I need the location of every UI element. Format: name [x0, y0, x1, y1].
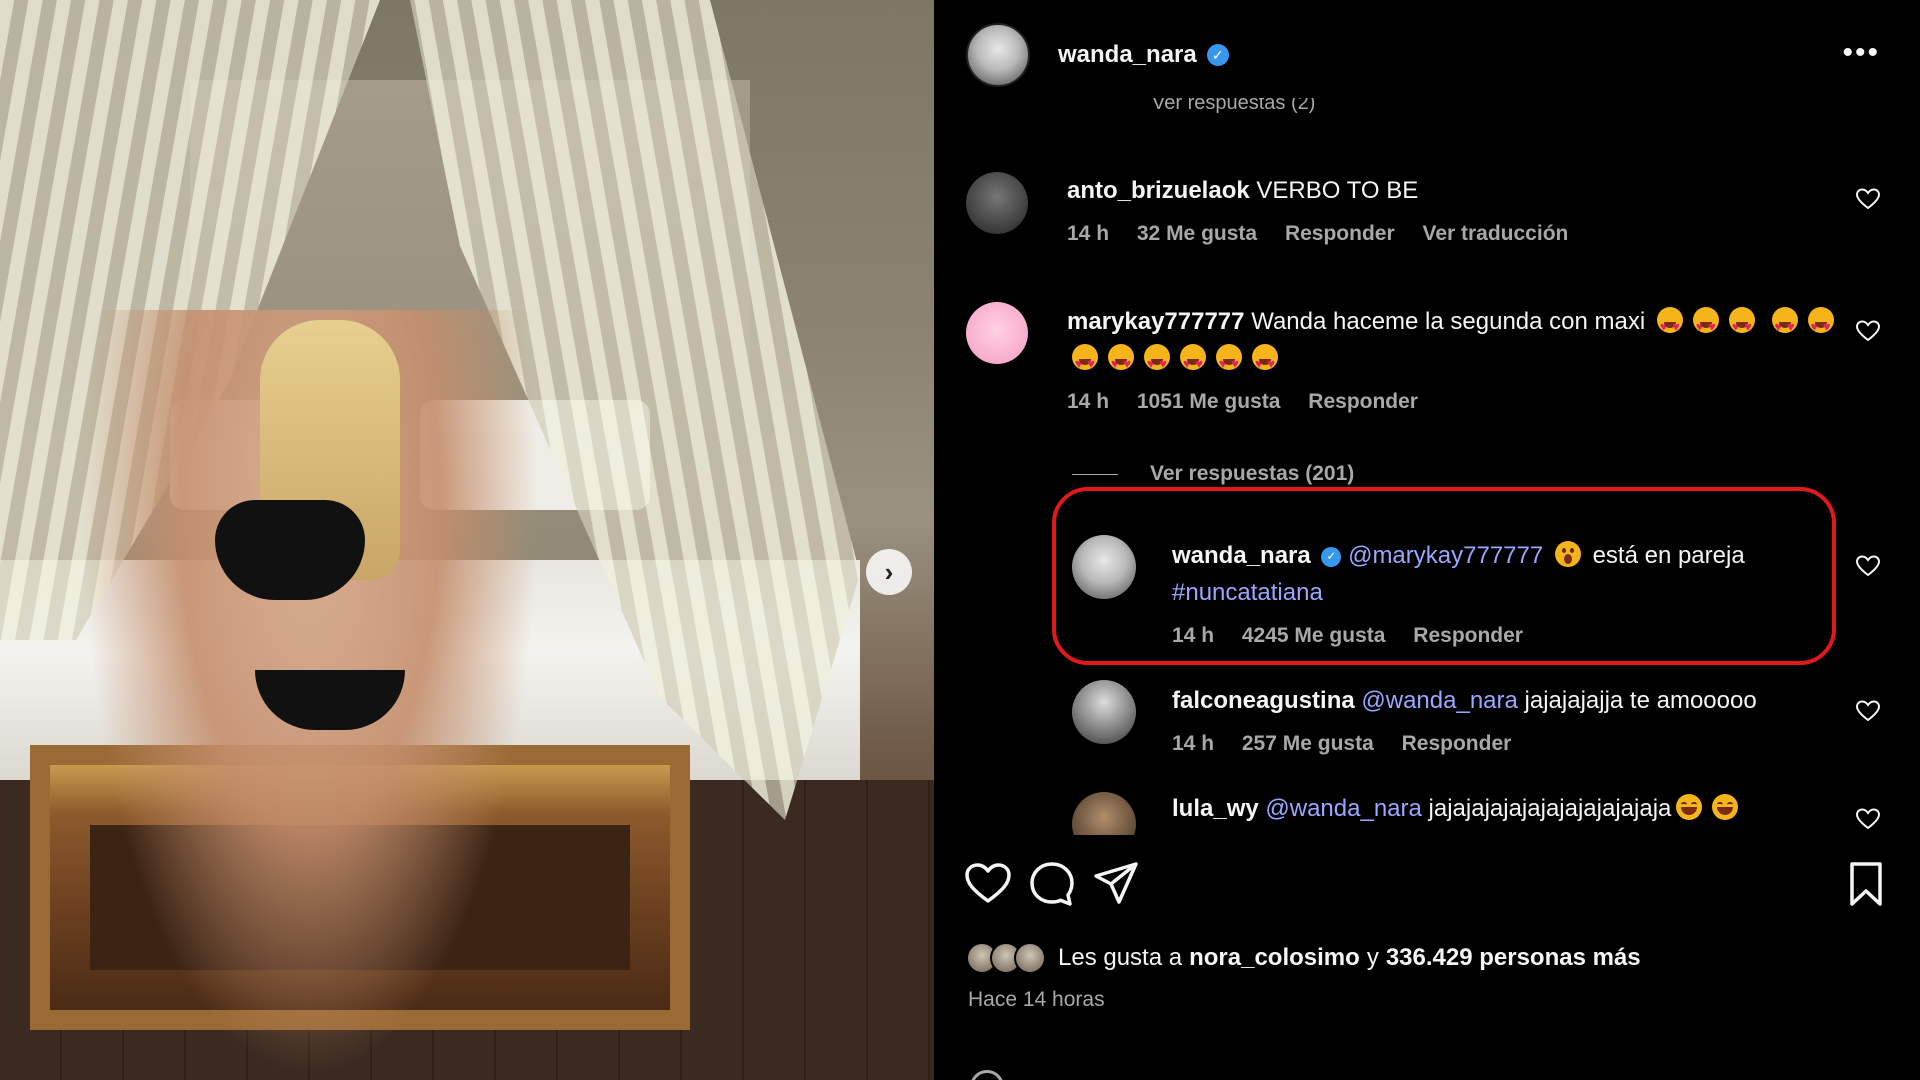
comment-time: 14 h	[1067, 390, 1110, 413]
comment-meta: 14 h 32 Me gusta Responder Ver traducció…	[1067, 215, 1827, 252]
heart-eyes-emoji-icon	[1692, 307, 1719, 345]
reply-time: 14 h	[1172, 624, 1215, 647]
reply-likes[interactable]: 4245 Me gusta	[1242, 624, 1386, 647]
likes-summary: Les gusta a nora_colosimo y 336.429 pers…	[966, 942, 1641, 974]
reply-mention[interactable]: @wanda_nara	[1265, 795, 1421, 822]
like-comment-heart-icon[interactable]	[1856, 320, 1880, 342]
post-header: wanda_nara ✓ •••	[934, 0, 1920, 110]
reply-button[interactable]: Responder	[1413, 624, 1523, 647]
chevron-right-icon: ›	[884, 556, 894, 587]
post-action-bar	[964, 860, 1890, 910]
reply-username[interactable]: wanda_nara	[1172, 542, 1311, 569]
comment-item: anto_brizuelaok VERBO TO BE 14 h 32 Me g…	[1067, 172, 1827, 252]
likes-user[interactable]: nora_colosimo	[1189, 944, 1360, 972]
likes-count[interactable]: 336.429 personas más	[1386, 944, 1641, 972]
comment-time: 14 h	[1067, 222, 1110, 245]
reply-avatar[interactable]	[1072, 680, 1136, 744]
reply-username[interactable]: lula_wy	[1172, 795, 1259, 822]
reply-mention[interactable]: @marykay777777	[1348, 542, 1543, 569]
reply-mention[interactable]: @wanda_nara	[1361, 687, 1517, 714]
open-mouth-emoji-icon	[1554, 541, 1581, 567]
laughing-emoji-icon	[1676, 794, 1703, 820]
likes-prefix: Les gusta a	[1058, 944, 1183, 971]
likes-middle: y	[1366, 944, 1379, 971]
emoji-picker-icon[interactable]	[970, 1070, 1004, 1080]
reply-text: está en pareja	[1592, 542, 1745, 569]
like-heart-icon[interactable]	[964, 860, 1012, 908]
comment-text: VERBO TO BE	[1256, 177, 1419, 204]
post-photo: ›	[0, 0, 934, 1080]
reply-text: jajajajajajajajajajajajaja	[1428, 795, 1672, 822]
heart-eyes-emoji-icon	[1771, 307, 1798, 345]
view-replies-partial[interactable]: Ver respuestas (2)	[1152, 98, 1315, 114]
bookmark-icon[interactable]	[1842, 860, 1890, 908]
reply-avatar[interactable]	[1072, 792, 1136, 835]
heart-eyes-emoji-icon	[1108, 344, 1134, 382]
view-replies-button[interactable]: Ver respuestas (201)	[1072, 462, 1354, 486]
heart-eyes-emoji-icon	[1144, 344, 1170, 382]
comment-likes[interactable]: 1051 Me gusta	[1137, 390, 1281, 413]
photo-bikini-top	[215, 500, 365, 600]
reply-meta: 14 h 4245 Me gusta Responder	[1172, 617, 1792, 654]
author-avatar[interactable]	[966, 23, 1030, 87]
reply-meta: 14 h 257 Me gusta Responder	[1172, 725, 1852, 762]
post-timestamp: Hace 14 horas	[968, 988, 1105, 1011]
liker-avatars[interactable]	[966, 942, 1046, 974]
reply-item: wanda_nara ✓ @marykay777777 está en pare…	[1172, 537, 1792, 654]
verified-badge-icon: ✓	[1206, 44, 1229, 66]
commenter-avatar[interactable]	[966, 302, 1028, 364]
heart-eyes-emoji-icon	[1180, 344, 1206, 382]
more-options-icon[interactable]: •••	[1842, 36, 1880, 70]
heart-eyes-emoji-icon	[1216, 344, 1242, 382]
view-replies-divider	[1072, 473, 1118, 475]
like-comment-heart-icon[interactable]	[1856, 700, 1880, 722]
reply-likes[interactable]: 257 Me gusta	[1242, 732, 1374, 755]
reply-button[interactable]: Responder	[1308, 390, 1418, 413]
like-comment-heart-icon[interactable]	[1856, 808, 1880, 830]
comment-username[interactable]: marykay777777	[1067, 308, 1245, 335]
share-send-icon[interactable]	[1092, 860, 1140, 908]
reply-hashtag[interactable]: #nuncatatiana	[1172, 579, 1323, 606]
heart-eyes-emoji-icon	[1728, 307, 1755, 345]
comment-username[interactable]: anto_brizuelaok	[1067, 177, 1250, 204]
commenter-avatar[interactable]	[966, 172, 1028, 234]
comment-likes[interactable]: 32 Me gusta	[1137, 222, 1257, 245]
reply-item: lula_wy @wanda_nara jajajajajajajajajaja…	[1172, 790, 1872, 827]
author-username[interactable]: wanda_nara	[1058, 41, 1197, 69]
heart-eyes-emoji-icon	[1072, 344, 1098, 382]
reply-item-clip: lula_wy @wanda_nara jajajajajajajajajaja…	[934, 780, 1920, 835]
like-comment-heart-icon[interactable]	[1856, 188, 1880, 210]
next-photo-button[interactable]: ›	[866, 549, 912, 595]
reply-username[interactable]: falconeagustina	[1172, 687, 1355, 714]
reply-time: 14 h	[1172, 732, 1215, 755]
reply-item: falconeagustina @wanda_nara jajajajajja …	[1172, 682, 1852, 762]
translate-button[interactable]: Ver traducción	[1422, 222, 1568, 245]
heart-eyes-emoji-icon	[1252, 344, 1278, 382]
view-replies-label: Ver respuestas (201)	[1150, 462, 1355, 485]
comment-item: marykay777777 Wanda haceme la segunda co…	[1067, 303, 1847, 420]
laughing-emoji-icon	[1712, 794, 1739, 820]
comment-text: Wanda haceme la segunda con maxi	[1251, 308, 1646, 335]
comment-bubble-icon[interactable]	[1028, 860, 1076, 908]
comments-panel: wanda_nara ✓ ••• Ver respuestas (2) anto…	[934, 0, 1920, 1080]
reply-button[interactable]: Responder	[1285, 222, 1395, 245]
verified-badge-icon: ✓	[1321, 546, 1342, 567]
heart-eyes-emoji-icon	[1656, 307, 1683, 345]
comment-meta: 14 h 1051 Me gusta Responder	[1067, 383, 1847, 420]
heart-eyes-emoji-icon	[1807, 307, 1834, 345]
reply-text: jajajajajja te amooooo	[1524, 687, 1757, 714]
reply-button[interactable]: Responder	[1402, 732, 1512, 755]
like-comment-heart-icon[interactable]	[1856, 555, 1880, 577]
reply-avatar[interactable]	[1072, 535, 1136, 599]
